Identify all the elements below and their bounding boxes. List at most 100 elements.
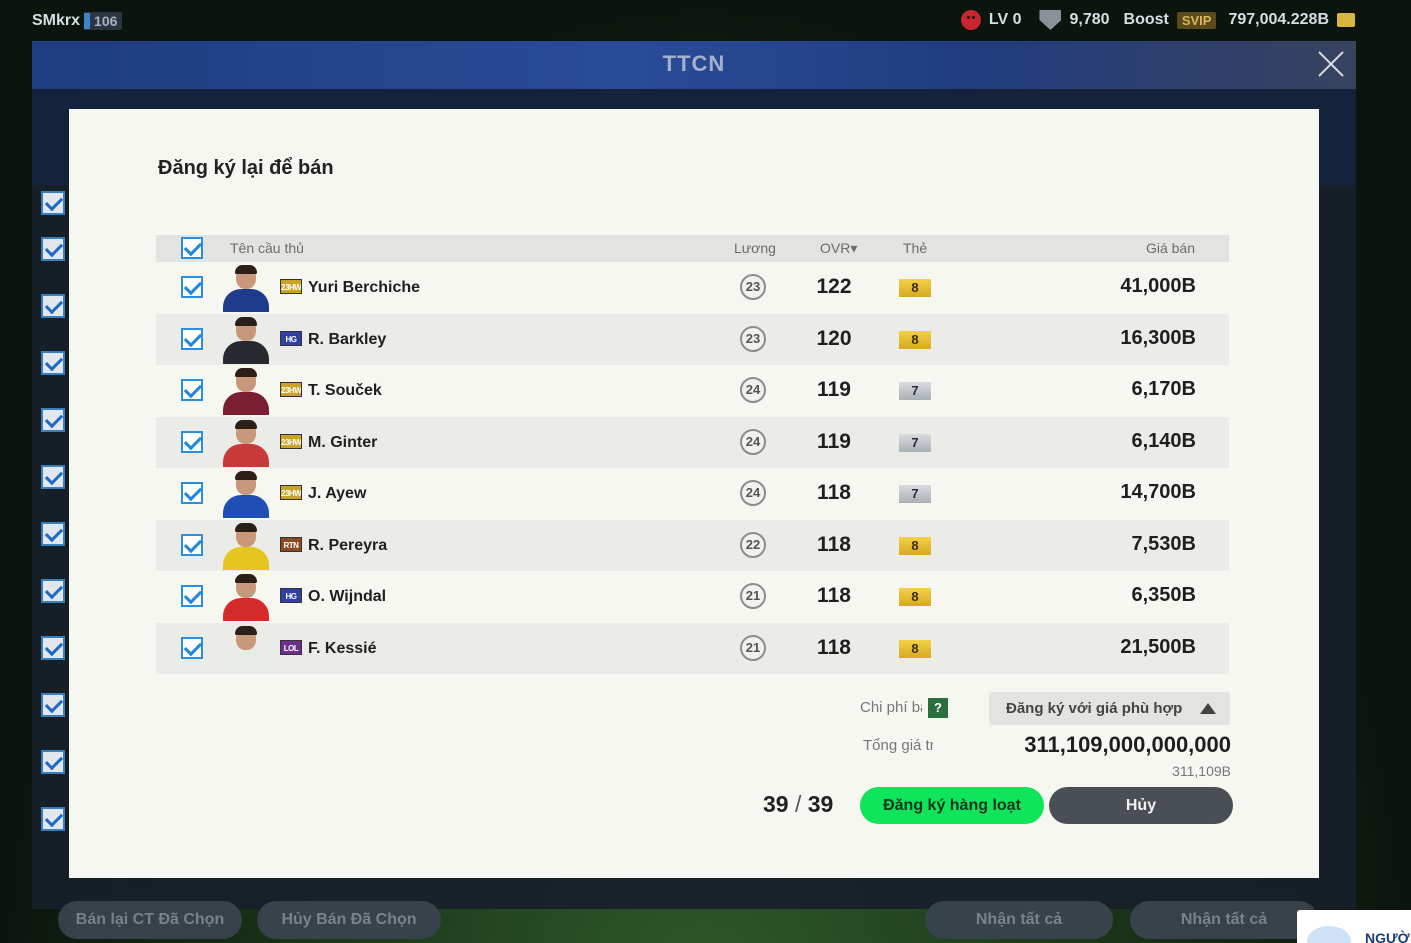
player-table: Tên cầu thủ Lương OVR▾ Thẻ Giá bán 23HW … — [156, 235, 1229, 674]
player-name: F. Kessié — [308, 639, 377, 657]
salary-badge: 24 — [740, 428, 766, 455]
season-badge: HG — [280, 330, 302, 346]
claim-all-button[interactable]: Nhận tất cả — [925, 901, 1113, 939]
chat-toast[interactable]: NGƯỜ — [1297, 910, 1411, 943]
column-grade: Thẻ — [903, 240, 928, 256]
lv-label: LV 0 — [988, 11, 1022, 28]
claim-all-button-2[interactable]: Nhận tất cả — [1130, 901, 1318, 939]
player-avatar — [221, 625, 271, 673]
season-badge: 23HW — [280, 279, 302, 294]
balance-value: 797,004.228B — [1228, 11, 1329, 28]
selection-count: 39 / 39 — [763, 791, 834, 817]
player-ovr: 118 — [817, 635, 851, 659]
row-checkbox[interactable] — [181, 430, 203, 453]
player-ovr: 119 — [817, 429, 851, 453]
salary-badge: 23 — [740, 325, 766, 352]
price-mode-dropdown[interactable]: Đăng ký với giá phù hợp — [989, 692, 1230, 725]
background-checkbox[interactable] — [41, 693, 65, 717]
background-checkbox[interactable] — [41, 408, 65, 432]
bulk-register-button[interactable]: Đăng ký hàng loạt — [860, 787, 1044, 824]
background-checkbox[interactable] — [41, 465, 65, 489]
grade-badge: 8 — [899, 588, 931, 606]
background-checkbox[interactable] — [41, 522, 65, 546]
player-avatar — [221, 573, 271, 621]
player-ovr: 119 — [817, 378, 851, 401]
table-row[interactable]: 23HW T. Souček 24 119 7 6,170B — [156, 365, 1229, 417]
column-ovr[interactable]: OVR▾ — [820, 240, 857, 257]
modal-title: Đăng ký lại để bán — [158, 157, 334, 179]
salary-badge: 21 — [740, 583, 766, 609]
background-checkbox[interactable] — [41, 636, 65, 660]
table-row[interactable]: 23HW J. Ayew 24 118 7 14,700B — [156, 468, 1229, 520]
background-checkbox[interactable] — [41, 579, 65, 603]
player-price: 6,170B — [1131, 378, 1197, 400]
row-checkbox[interactable] — [181, 533, 203, 556]
table-row[interactable]: RTN R. Pereyra 22 118 8 7,530B — [156, 519, 1229, 571]
salary-badge: 24 — [740, 480, 766, 506]
table-body: 23HW Yuri Berchiche 23 122 8 41,000B HG … — [156, 262, 1229, 674]
reregister-modal: Đăng ký lại để bán Tên cầu thủ Lương OVR… — [69, 109, 1319, 878]
svip-badge: SVIP — [1176, 11, 1217, 29]
grade-badge: 8 — [899, 536, 931, 555]
player-avatar — [221, 367, 271, 415]
sad-face-icon — [960, 10, 981, 30]
table-row[interactable]: HG O. Wijndal 21 118 8 6,350B — [156, 571, 1229, 623]
row-checkbox[interactable] — [181, 379, 203, 401]
player-avatar — [221, 316, 271, 364]
total-label: Tổng giá trị — [863, 737, 933, 754]
player-price: 41,000B — [1120, 275, 1196, 297]
currency-area: LV 0 9,780 Boost SVIP 797,004.228B — [960, 10, 1355, 30]
username: SMkrx — [32, 12, 81, 29]
season-badge: 23HW — [280, 433, 302, 449]
total-count: 39 — [807, 791, 834, 817]
coin-icon — [1337, 13, 1355, 27]
table-header: Tên cầu thủ Lương OVR▾ Thẻ Giá bán — [156, 235, 1229, 262]
row-checkbox[interactable] — [181, 276, 203, 298]
season-badge: LOL — [280, 639, 302, 655]
background-checkbox[interactable] — [41, 237, 65, 261]
player-avatar — [221, 419, 271, 467]
table-row[interactable]: 23HW M. Ginter 24 119 7 6,140B — [156, 416, 1229, 468]
table-row[interactable]: HG R. Barkley 23 120 8 16,300B — [156, 313, 1229, 365]
cancel-button[interactable]: Hủy — [1049, 787, 1233, 824]
grade-badge: 8 — [899, 279, 931, 297]
player-ovr: 118 — [817, 481, 851, 504]
player-ovr: 122 — [816, 275, 852, 298]
player-price: 14,700B — [1120, 481, 1196, 503]
grade-badge: 8 — [899, 330, 931, 349]
select-all-checkbox[interactable] — [181, 237, 203, 259]
background-checkbox[interactable] — [41, 191, 65, 215]
background-checkbox[interactable] — [41, 807, 65, 831]
player-name: Yuri Berchiche — [308, 279, 421, 296]
salary-badge: 21 — [740, 634, 766, 661]
player-ovr: 118 — [817, 584, 851, 607]
shop-header: TTCN — [32, 41, 1356, 89]
player-avatar — [221, 264, 271, 312]
dropdown-label: Đăng ký với giá phù hợp — [1006, 700, 1183, 717]
season-badge: HG — [280, 588, 302, 603]
background-checkbox[interactable] — [41, 351, 65, 375]
player-price: 6,350B — [1131, 584, 1197, 606]
close-icon[interactable] — [1316, 49, 1346, 79]
row-checkbox[interactable] — [181, 585, 203, 607]
player-avatar — [221, 522, 271, 570]
total-value: 311,109,000,000,000 — [1024, 732, 1231, 757]
row-checkbox[interactable] — [181, 482, 203, 504]
grade-badge: 8 — [899, 639, 931, 658]
boost-label[interactable]: Boost — [1124, 11, 1169, 29]
resell-selected-button[interactable]: Bán lại CT Đã Chọn — [58, 901, 242, 939]
table-row[interactable]: 23HW Yuri Berchiche 23 122 8 41,000B — [156, 262, 1229, 314]
column-price: Giá bán — [1145, 240, 1195, 256]
user-info[interactable]: SMkrx 106 — [32, 12, 123, 30]
season-badge: RTN — [280, 536, 302, 552]
season-badge: 23HW — [280, 485, 302, 500]
player-name: T. Souček — [308, 382, 382, 399]
help-icon[interactable]: ? — [928, 698, 948, 718]
cancel-selected-button[interactable]: Hủy Bán Đã Chọn — [257, 901, 441, 939]
background-checkbox[interactable] — [41, 294, 65, 318]
row-checkbox[interactable] — [181, 636, 203, 659]
table-row[interactable]: LOL F. Kessié 21 118 8 21,500B — [156, 622, 1229, 674]
column-name: Tên cầu thủ — [230, 240, 304, 256]
row-checkbox[interactable] — [181, 327, 203, 350]
background-checkbox[interactable] — [41, 750, 65, 774]
